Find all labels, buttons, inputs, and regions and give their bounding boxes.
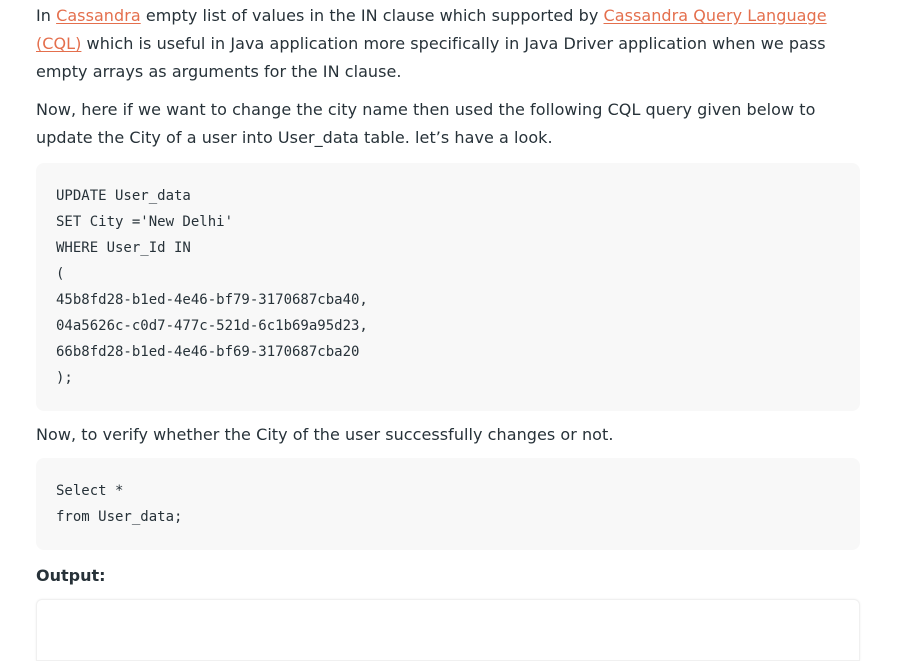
update-code-block[interactable]: UPDATE User_data SET City ='New Delhi' W…	[36, 163, 860, 411]
code-line: WHERE User_Id IN	[56, 240, 191, 256]
verify-paragraph: Now, to verify whether the City of the u…	[36, 425, 614, 444]
code-line: 45b8fd28-b1ed-4e46-bf79-3170687cba40,	[56, 292, 368, 308]
intro-middle: empty list of values in the IN clause wh…	[140, 6, 604, 25]
code-line: );	[56, 370, 73, 386]
code-line: Select *	[56, 483, 124, 499]
intro-suffix: which is useful in Java application more…	[36, 34, 826, 81]
select-code-block[interactable]: Select * from User_data;	[36, 458, 860, 550]
code-line: from User_data;	[56, 509, 183, 525]
update-paragraph: Now, here if we want to change the city …	[36, 100, 816, 147]
article-content: In Cassandra empty list of values in the…	[36, 0, 860, 661]
intro-prefix: In	[36, 6, 57, 25]
output-box	[36, 599, 860, 661]
code-line: (	[56, 266, 65, 282]
intro-paragraph: In Cassandra empty list of values in the…	[36, 0, 860, 86]
cassandra-link[interactable]: Cassandra	[56, 6, 141, 25]
output-heading: Output:	[36, 566, 106, 585]
code-line: 04a5626c-c0d7-477c-521d-6c1b69a95d23,	[56, 318, 368, 334]
code-line: 66b8fd28-b1ed-4e46-bf69-3170687cba20	[56, 344, 360, 360]
code-line: UPDATE User_data	[56, 188, 191, 204]
code-line: SET City ='New Delhi'	[56, 214, 234, 230]
